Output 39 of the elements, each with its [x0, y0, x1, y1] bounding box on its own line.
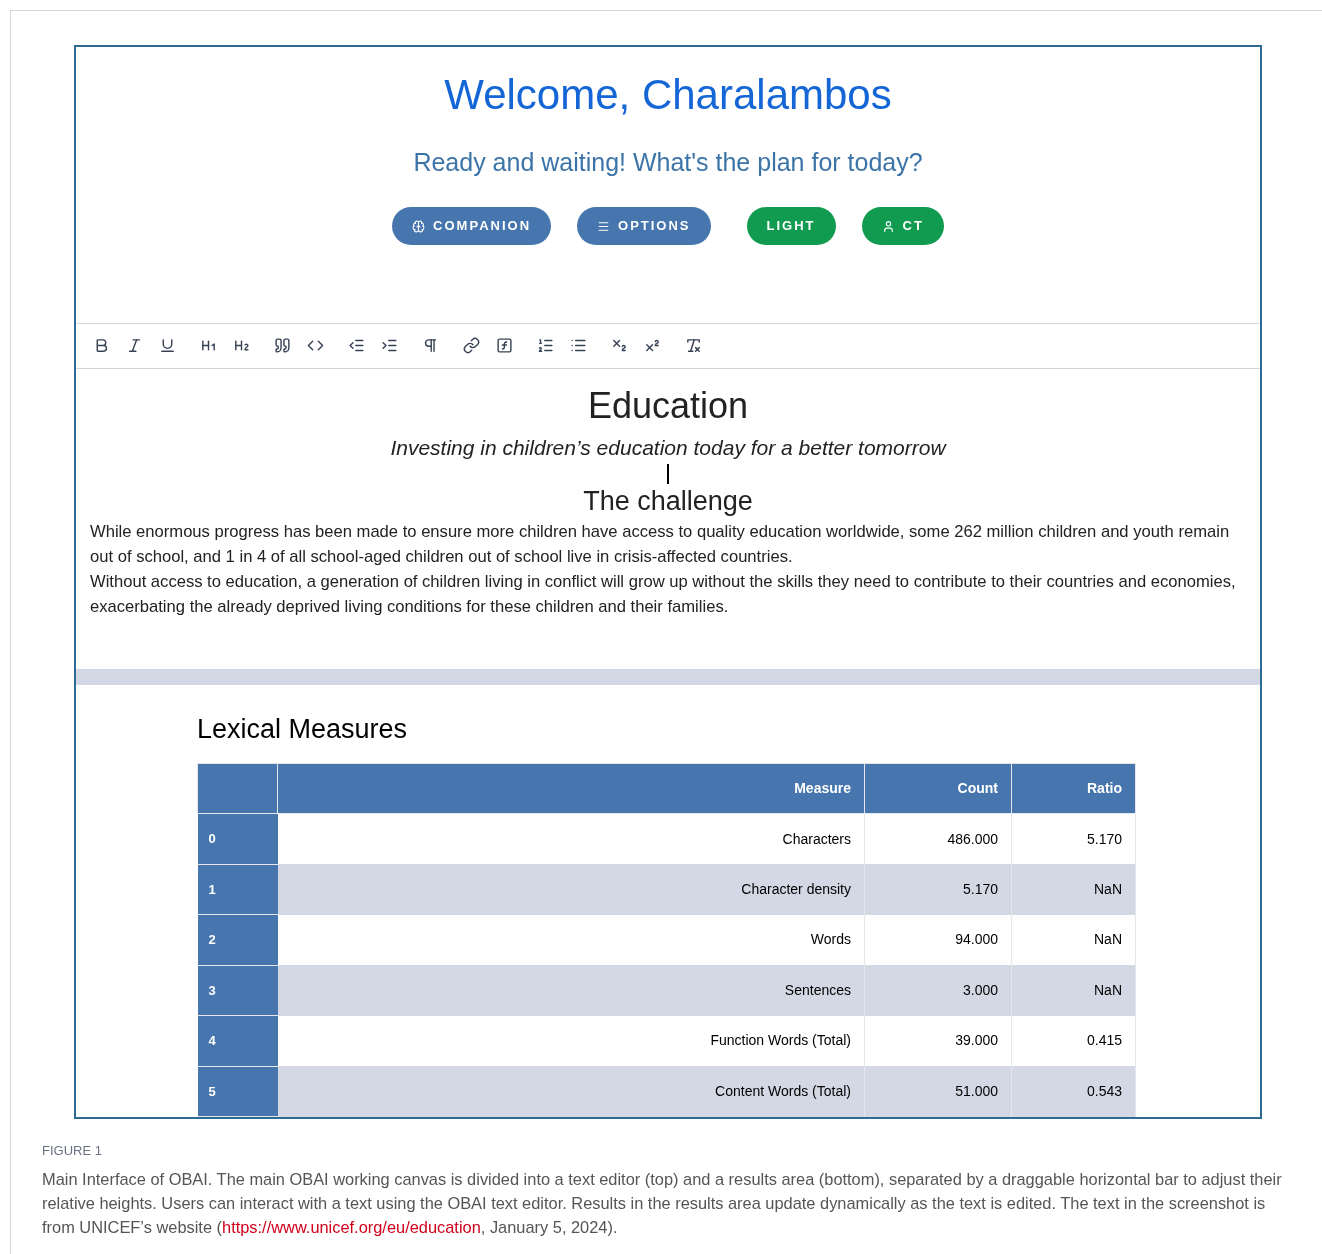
- row-index: 5: [197, 1066, 278, 1117]
- row-index: 0: [197, 813, 278, 864]
- table-cell: 0.543: [1011, 1066, 1136, 1117]
- section-heading: The challenge: [582, 485, 754, 519]
- link-button[interactable]: [462, 336, 481, 356]
- row-index: 1: [197, 864, 278, 915]
- figure-caption: Main Interface of OBAI. The main OBAI working canvas is divided into a text editor (top) and a results area (bottom), separated by a draggable horizontal bar to adjust their relative heights. Users can interact with a text using the OBAI text editor. Results in the results area update dynamically as the text is edited. The text in the screenshot is from UNICEF’s website (https://www.unicef.org/eu/education, January 5, 2024).: [42, 1168, 1283, 1238]
- table-cell: 3.000: [864, 965, 1012, 1016]
- row-index: 3: [197, 965, 278, 1016]
- source-link[interactable]: https://www.unicef.org/eu/education: [222, 1217, 481, 1236]
- table-cell: NaN: [1011, 864, 1136, 915]
- header-button[interactable]: COMPANION: [392, 207, 552, 245]
- document-title: Education: [586, 383, 750, 428]
- table-cell: Content Words (Total): [277, 1066, 865, 1117]
- tagline: Ready and waiting! What's the plan for today?: [413, 146, 923, 178]
- table-cell: 5.170: [864, 864, 1012, 915]
- row-index: 4: [197, 1015, 278, 1066]
- header-button[interactable]: OPTIONS: [577, 207, 711, 245]
- body-paragraph: While enormous progress has been made to ensure more children have access to quality education worldwide, some 262 million children and youth remain out of school, and 1 in 4 of all school-aged children out of school live in crisis-affected countries.: [90, 520, 1231, 568]
- table-cell: Character density: [277, 864, 865, 915]
- header-button[interactable]: CT: [861, 207, 944, 245]
- row-index: 2: [197, 914, 278, 965]
- user-icon: [881, 219, 895, 233]
- table-cell: Sentences: [277, 965, 865, 1016]
- header-button[interactable]: LIGHT: [746, 207, 836, 245]
- brain-icon: [412, 219, 426, 233]
- body-paragraph: Without access to education, a generation of children living in conflict will grow up without the skills they need to contribute to their countries and economies, exacerbating the already deprived living conditions for these children and their families.: [90, 570, 1237, 618]
- column-header: Measure: [277, 763, 865, 814]
- formula-button[interactable]: [495, 336, 514, 356]
- menu-icon: [597, 219, 611, 233]
- figure-label: FIGURE 1: [42, 1142, 103, 1160]
- table-cell: 51.000: [864, 1066, 1012, 1117]
- column-header: Ratio: [1011, 763, 1136, 814]
- document-subtitle: Investing in children’s education today for a better tomorrow: [389, 434, 948, 461]
- quote-button[interactable]: [273, 336, 292, 356]
- column-header: Count: [864, 763, 1012, 814]
- welcome-heading: Welcome, Charalambos: [444, 70, 892, 120]
- results-title: Lexical Measures: [197, 712, 409, 746]
- table-cell: NaN: [1011, 965, 1136, 1016]
